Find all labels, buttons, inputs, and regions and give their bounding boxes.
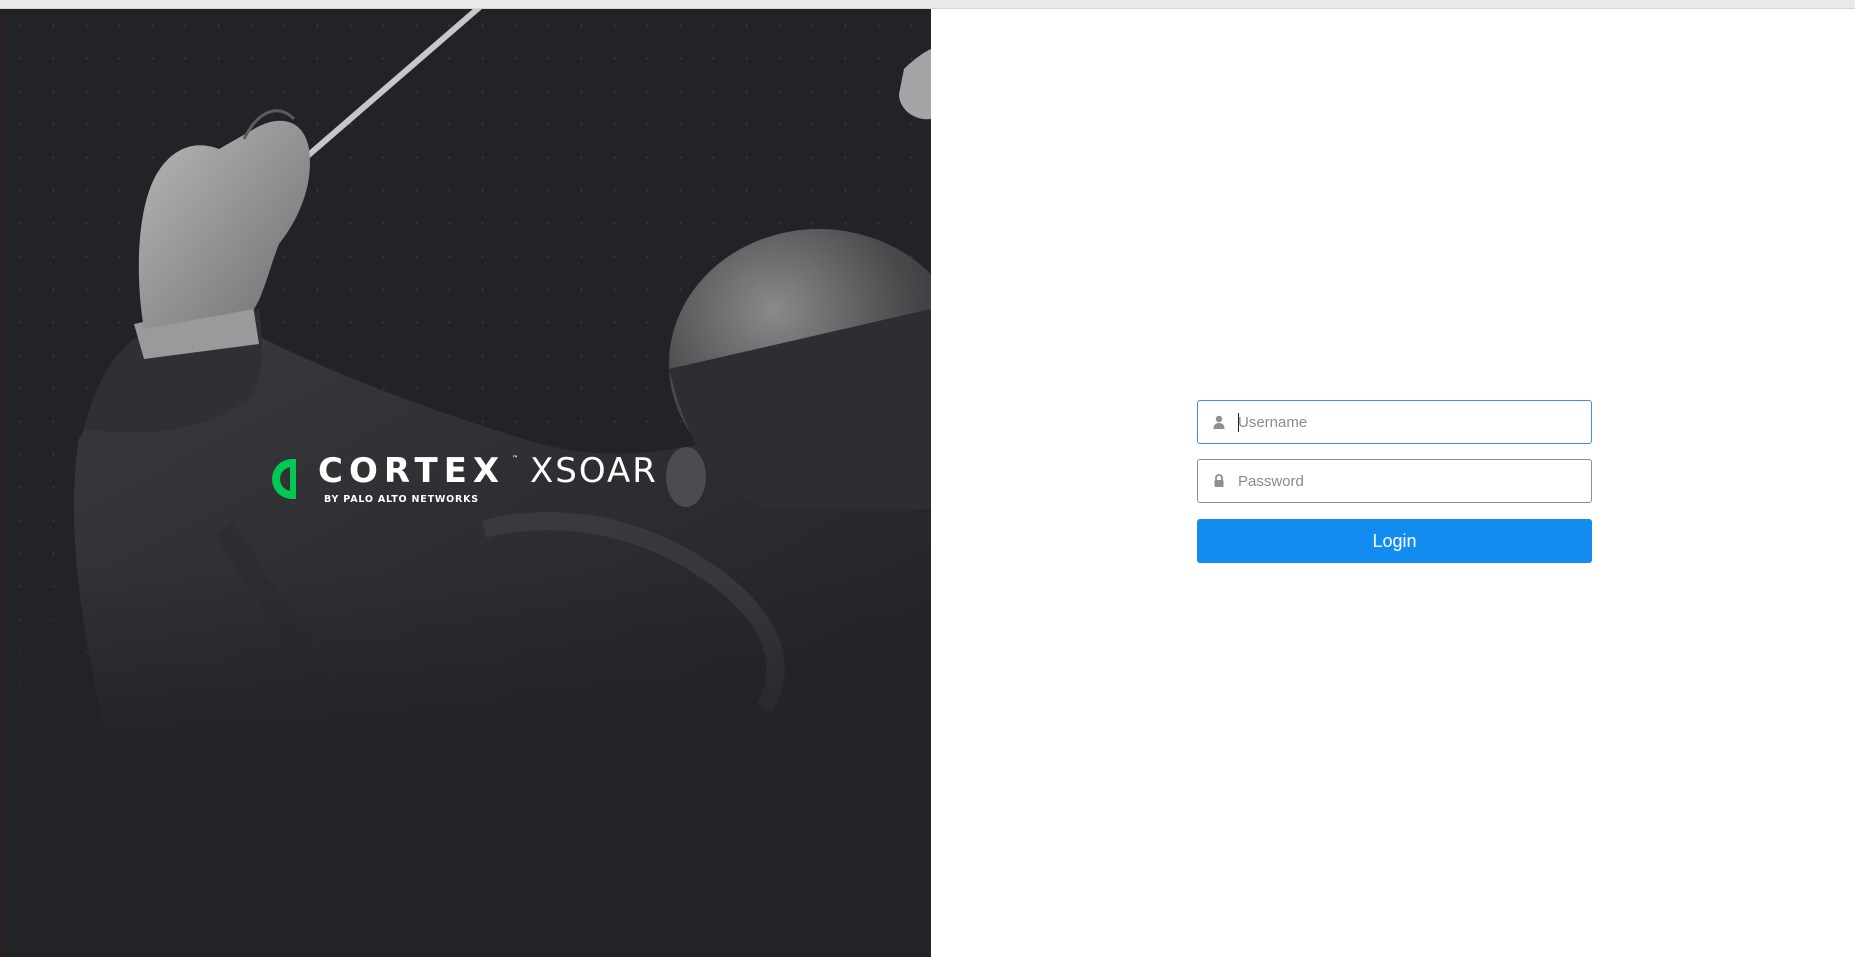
password-input[interactable] (1238, 460, 1578, 502)
cortex-mark-icon (272, 459, 296, 499)
cortex-xsoar-logo: CORTEX ™ XSOAR BY PALO ALTO NETWORKS (272, 447, 692, 517)
password-field (1197, 459, 1592, 503)
hero-panel: CORTEX ™ XSOAR BY PALO ALTO NETWORKS (4, 9, 931, 957)
login-form: Login (1197, 400, 1592, 563)
browser-top-strip (0, 0, 1855, 9)
product-name: XSOAR (530, 451, 658, 491)
brand-name: CORTEX (318, 451, 506, 491)
lock-icon (1214, 474, 1224, 487)
username-field (1197, 400, 1592, 444)
text-cursor (1238, 413, 1239, 432)
login-button[interactable]: Login (1197, 519, 1592, 563)
brand-trademark: ™ (512, 455, 518, 462)
user-icon (1213, 415, 1225, 429)
username-input[interactable] (1238, 401, 1578, 443)
brand-byline: BY PALO ALTO NETWORKS (324, 494, 479, 505)
